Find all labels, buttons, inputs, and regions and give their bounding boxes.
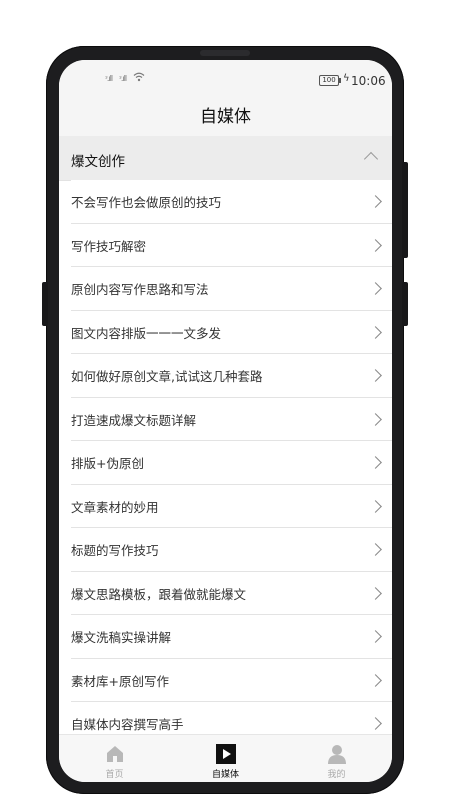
list-item-label: 打造速成爆文标题详解 xyxy=(71,412,197,428)
play-icon xyxy=(215,743,237,765)
chevron-right-icon xyxy=(369,195,382,208)
charging-icon: ϟ xyxy=(343,73,350,84)
power-button xyxy=(402,282,408,326)
chevron-right-icon xyxy=(369,543,382,556)
chevron-right-icon xyxy=(369,717,382,730)
list-item-label: 素材库+原创写作 xyxy=(71,673,169,689)
list-item-label: 写作技巧解密 xyxy=(71,238,147,254)
list-item[interactable]: 打造速成爆文标题详解 xyxy=(71,397,392,441)
app-screen: ᵌ.ıll ᵌ.ıll 100 ϟ 10:06 自媒体 爆文创作 不会写作也会做… xyxy=(59,60,392,782)
list-item-label: 文章素材的妙用 xyxy=(71,499,159,515)
bottom-tab-bar: 首页 自媒体 我的 xyxy=(59,734,392,782)
battery-icon: 100 xyxy=(319,75,341,86)
list-item-label: 如何做好原创文章,试试这几种套路 xyxy=(71,369,263,384)
article-list: 不会写作也会做原创的技巧 写作技巧解密原创内容写作思路和写法 图文内容排版一一一文多… xyxy=(59,180,392,746)
chevron-right-icon xyxy=(369,630,382,643)
list-item[interactable]: 爆文洗稿实操讲解 xyxy=(71,615,392,659)
list-item-label: 不会写作也会做原创的技巧 xyxy=(71,195,222,210)
tab-profile[interactable]: 我的 xyxy=(281,735,392,782)
tab-media[interactable]: 自媒体 xyxy=(170,735,281,782)
list-item[interactable]: 图文内容排版一一一文多发 xyxy=(71,310,392,354)
list-item-label: 爆文洗稿实操讲解 xyxy=(71,630,172,645)
chevron-right-icon xyxy=(369,412,382,426)
status-bar: ᵌ.ıll ᵌ.ıll 100 ϟ 10:06 xyxy=(59,66,392,90)
section-header[interactable]: 爆文创作 xyxy=(59,136,392,181)
speaker-grille xyxy=(200,50,250,56)
chevron-right-icon xyxy=(369,238,382,252)
section-title: 爆文创作 xyxy=(71,154,125,170)
list-item[interactable]: 写作技巧解密 xyxy=(71,223,392,267)
wifi-icon xyxy=(133,72,145,85)
page-title: 自媒体 xyxy=(200,107,251,127)
list-item[interactable]: 如何做好原创文章,试试这几种套路 xyxy=(71,354,392,398)
list-item[interactable]: 文章素材的妙用 xyxy=(71,484,392,528)
list-item-label: 图文内容排版一一一文多发 xyxy=(71,325,222,341)
user-icon xyxy=(326,743,348,765)
list-item[interactable]: 排版+伪原创 xyxy=(71,441,392,485)
signal-icon: ᵌ.ıll xyxy=(105,74,113,83)
top-bar: ᵌ.ıll ᵌ.ıll 100 ϟ 10:06 自媒体 xyxy=(59,60,392,136)
list-item[interactable]: 原创内容写作思路和写法 xyxy=(71,267,392,311)
volume-button xyxy=(402,162,408,258)
signal-icon: ᵌ.ıll xyxy=(119,74,127,83)
tab-label: 我的 xyxy=(327,770,346,780)
home-icon xyxy=(104,743,126,765)
chevron-right-icon xyxy=(369,282,382,295)
list-item-label: 排版+伪原创 xyxy=(71,456,144,471)
chevron-right-icon xyxy=(369,499,382,513)
tab-home[interactable]: 首页 xyxy=(59,735,170,782)
status-time: 10:06 xyxy=(351,74,386,88)
list-item-label: 标题的写作技巧 xyxy=(71,543,159,558)
list-item[interactable]: 不会写作也会做原创的技巧 xyxy=(71,180,392,224)
chevron-right-icon xyxy=(369,369,382,382)
list-item[interactable]: 素材库+原创写作 xyxy=(71,658,392,702)
list-item[interactable]: 标题的写作技巧 xyxy=(71,528,392,572)
list-item[interactable]: 爆文思路模板，跟着做就能爆文 xyxy=(71,571,392,615)
list-item-label: 原创内容写作思路和写法 xyxy=(71,282,209,297)
side-button xyxy=(42,282,48,326)
list-item-label: 爆文思路模板，跟着做就能爆文 xyxy=(71,586,247,602)
chevron-up-icon[interactable] xyxy=(363,151,379,167)
tab-label: 自媒体 xyxy=(211,770,239,780)
chevron-right-icon xyxy=(369,586,382,600)
list-item-label: 自媒体内容撰写高手 xyxy=(71,717,184,732)
chevron-right-icon xyxy=(369,456,382,469)
chevron-right-icon xyxy=(369,325,382,339)
chevron-right-icon xyxy=(369,673,382,687)
tab-label: 首页 xyxy=(105,770,124,780)
